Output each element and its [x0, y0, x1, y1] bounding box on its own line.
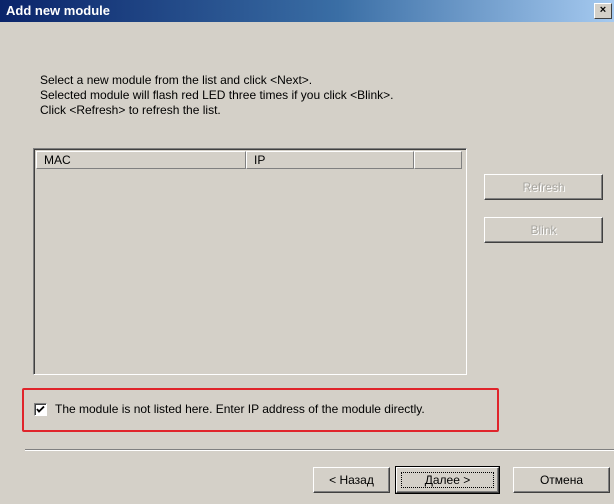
footer-separator — [25, 449, 614, 451]
list-header: MAC IP — [36, 151, 464, 169]
checkmark-icon — [36, 405, 45, 413]
manual-entry-checkbox[interactable] — [34, 402, 47, 416]
blink-button[interactable]: Blink — [484, 217, 603, 243]
back-button[interactable]: < Назад — [313, 467, 390, 493]
instruction-line: Click <Refresh> to refresh the list. — [40, 103, 221, 117]
manual-entry-option[interactable]: The module is not listed here. Enter IP … — [34, 402, 425, 416]
refresh-button[interactable]: Refresh — [484, 174, 603, 200]
add-module-dialog: Add new module × Select a new module fro… — [0, 0, 614, 504]
window-title: Add new module — [6, 3, 110, 18]
title-bar[interactable]: Add new module × — [0, 0, 614, 22]
instructions-text: Select a new module from the list and cl… — [40, 73, 480, 118]
instruction-line: Selected module will flash red LED three… — [40, 88, 394, 102]
instruction-line: Select a new module from the list and cl… — [40, 73, 313, 87]
module-list[interactable]: MAC IP — [33, 148, 467, 375]
close-button[interactable]: × — [594, 3, 612, 19]
column-header-empty[interactable] — [414, 151, 462, 169]
column-header-ip[interactable]: IP — [246, 151, 414, 169]
next-button-label: Далее > — [401, 472, 494, 488]
next-button[interactable]: Далее > — [395, 466, 500, 494]
column-header-mac[interactable]: MAC — [36, 151, 246, 169]
cancel-button[interactable]: Отмена — [513, 467, 610, 493]
manual-entry-label: The module is not listed here. Enter IP … — [55, 402, 425, 416]
